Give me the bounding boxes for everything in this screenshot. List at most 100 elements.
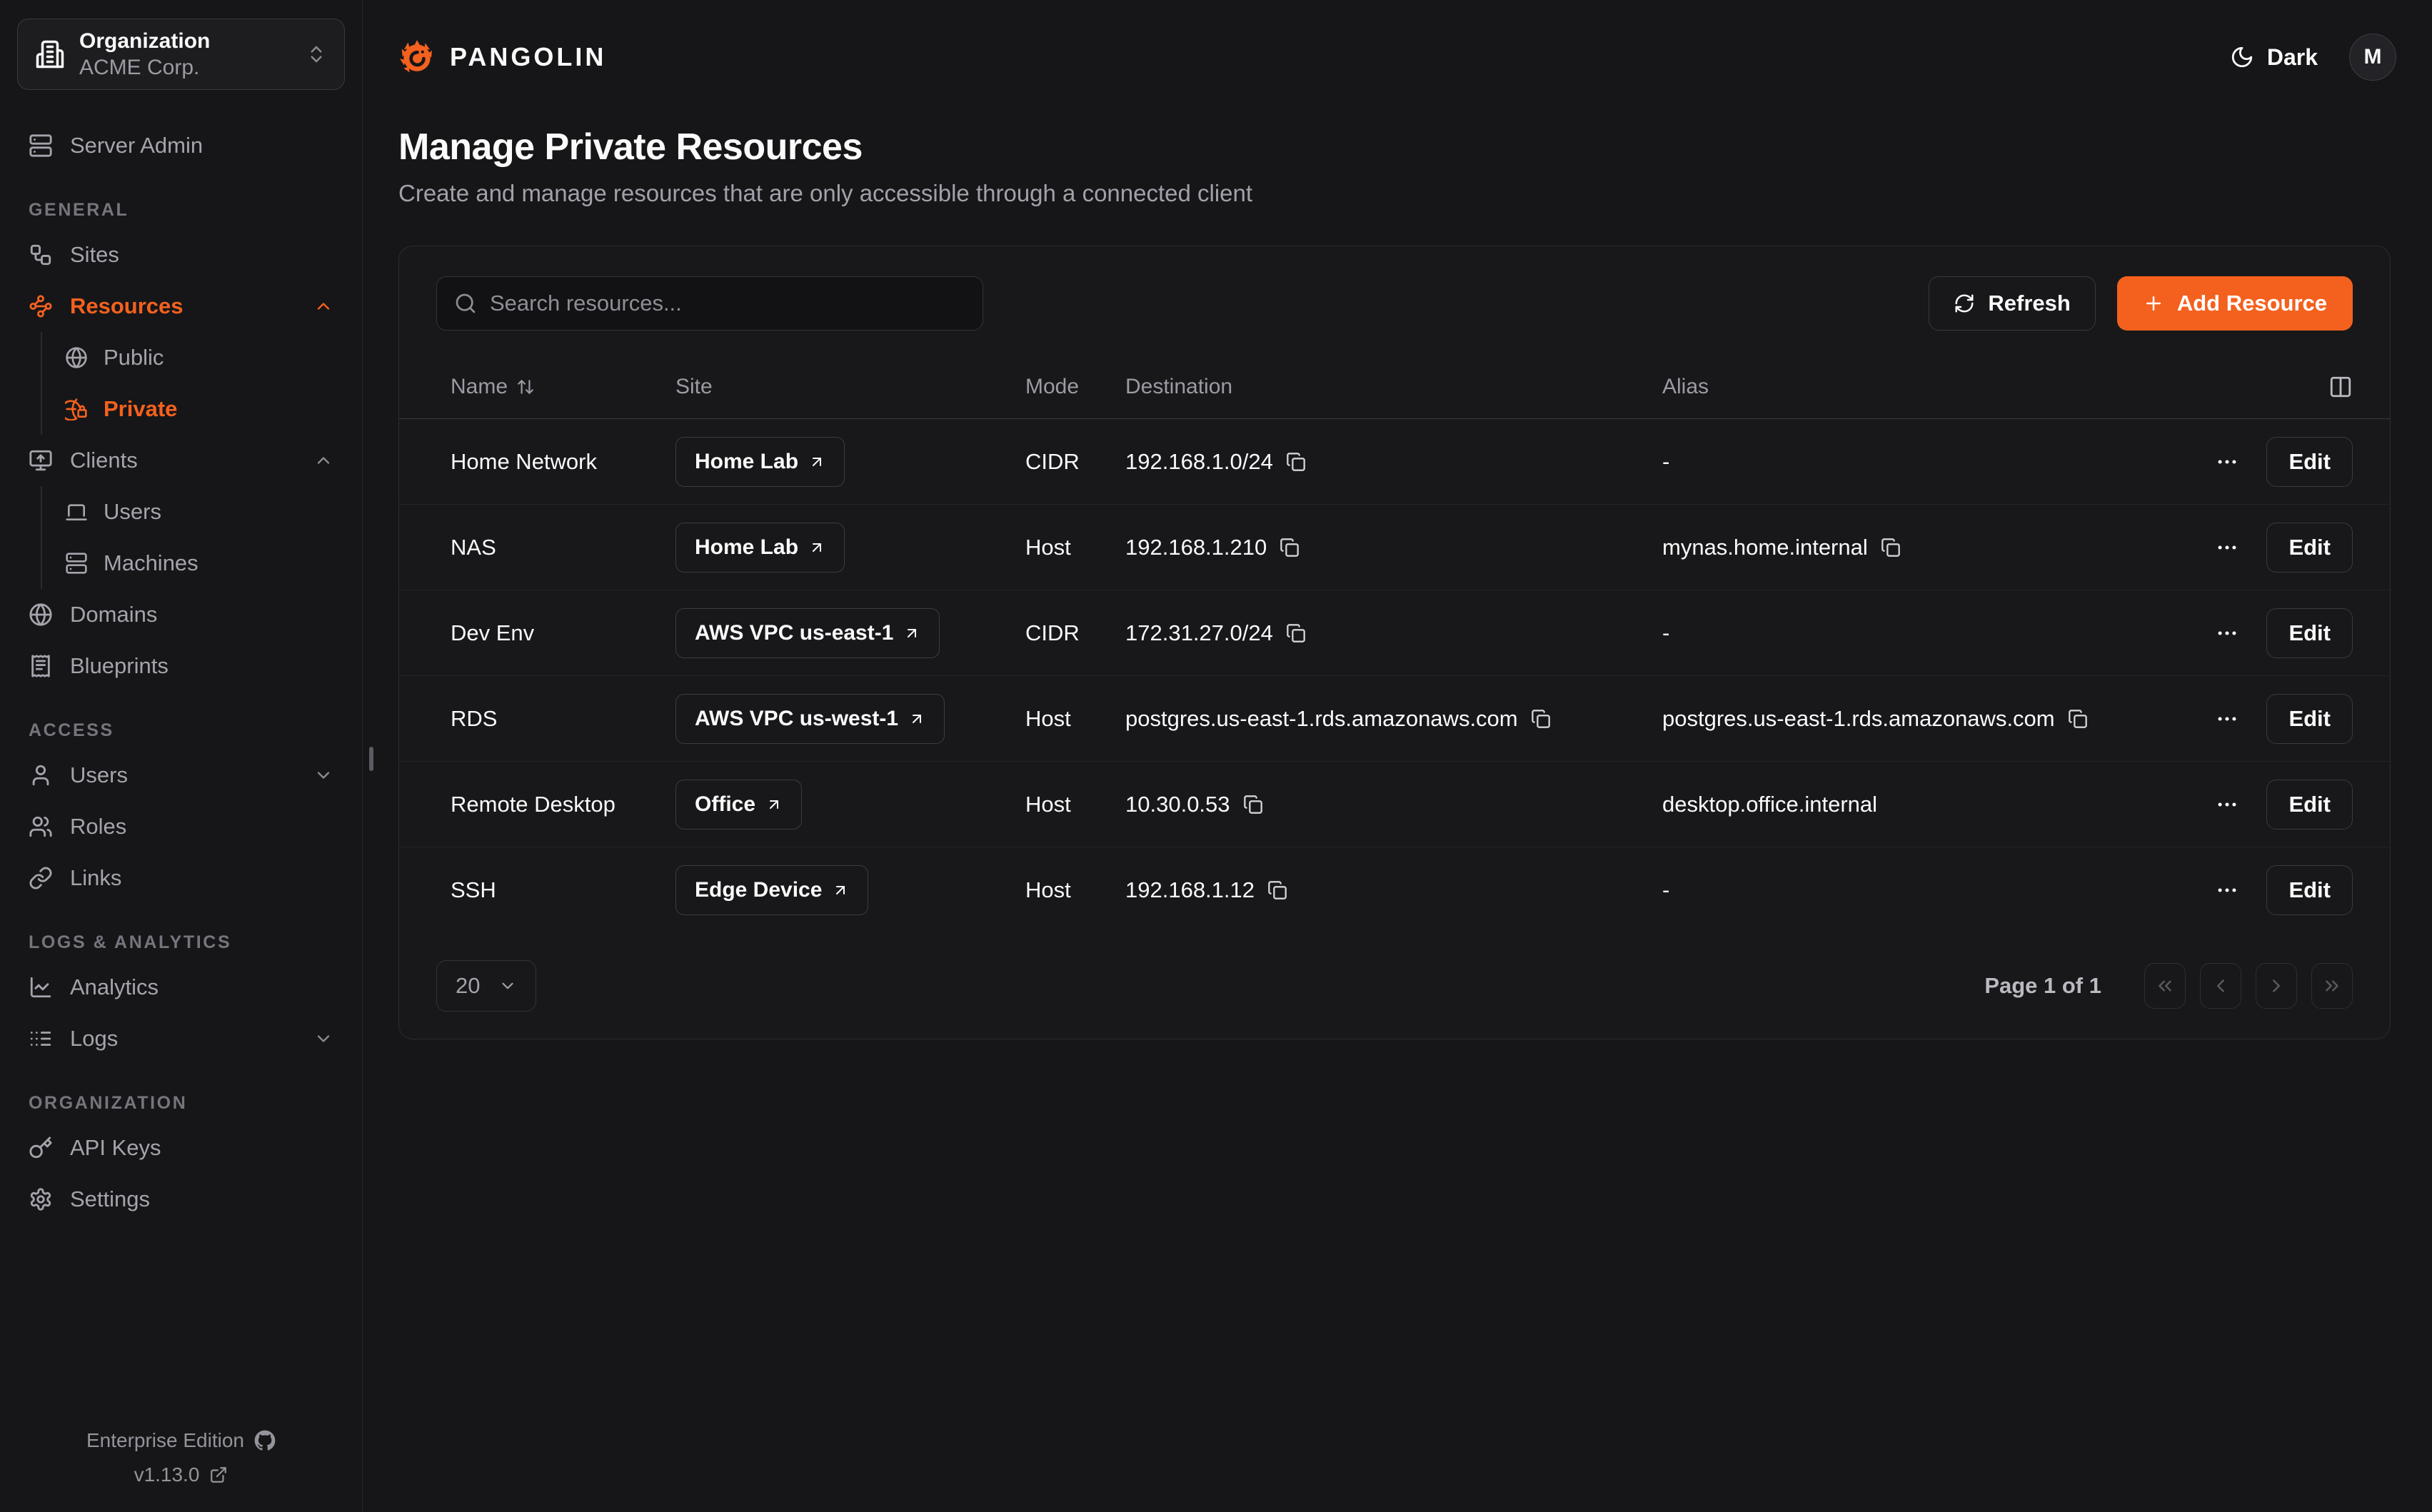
sidebar-item-private[interactable]: Private xyxy=(58,383,345,435)
row-alias: - xyxy=(1662,620,1669,646)
chart-line-icon xyxy=(29,975,53,999)
app-window: Organization ACME Corp. Server Admin GEN… xyxy=(0,0,2432,1512)
resources-card: Refresh Add Resource Name Site Mode Dest… xyxy=(398,246,2391,1039)
sidebar-item-blueprints[interactable]: Blueprints xyxy=(17,640,345,692)
site-link-button[interactable]: Edge Device xyxy=(675,865,868,915)
last-page-button[interactable] xyxy=(2311,963,2353,1009)
row-destination: 192.168.1.210 xyxy=(1125,535,1267,560)
sidebar-item-analytics[interactable]: Analytics xyxy=(17,962,345,1013)
row-destination: 10.30.0.53 xyxy=(1125,792,1230,817)
first-page-button[interactable] xyxy=(2144,963,2186,1009)
column-header-name[interactable]: Name xyxy=(436,375,661,399)
sidebar-item-label: Logs xyxy=(70,1026,296,1052)
page-title: Manage Private Resources xyxy=(398,126,2396,168)
sidebar-item-settings[interactable]: Settings xyxy=(17,1174,345,1225)
row-menu-button[interactable] xyxy=(2215,621,2239,645)
moon-icon xyxy=(2230,45,2254,69)
sidebar-item-domains[interactable]: Domains xyxy=(17,589,345,640)
add-resource-button[interactable]: Add Resource xyxy=(2117,276,2353,331)
destination-copy-button[interactable] xyxy=(1286,452,1306,472)
sidebar-item-public[interactable]: Public xyxy=(58,332,345,383)
alias-copy-button[interactable] xyxy=(2068,709,2088,729)
section-label-general: GENERAL xyxy=(17,200,345,221)
row-alias: mynas.home.internal xyxy=(1662,535,1868,560)
next-page-button[interactable] xyxy=(2256,963,2297,1009)
edit-button[interactable]: Edit xyxy=(2266,865,2353,915)
arrow-up-right-icon xyxy=(908,710,925,727)
row-destination: 172.31.27.0/24 xyxy=(1125,620,1273,646)
sidebar-item-logs[interactable]: Logs xyxy=(17,1013,345,1064)
laptop-icon xyxy=(65,500,88,523)
row-menu-button[interactable] xyxy=(2215,878,2239,902)
table-row: NAS Home Lab Host 192.168.1.210 mynas.ho… xyxy=(399,505,2390,590)
search-icon xyxy=(454,292,477,315)
external-link-icon[interactable] xyxy=(209,1466,228,1484)
search-box xyxy=(436,276,983,331)
sidebar-item-api-keys[interactable]: API Keys xyxy=(17,1122,345,1174)
row-menu-button[interactable] xyxy=(2215,450,2239,474)
server-icon xyxy=(29,133,53,158)
chevron-down-icon xyxy=(498,977,517,995)
sidebar-item-server-admin[interactable]: Server Admin xyxy=(17,120,345,171)
theme-toggle[interactable]: Dark xyxy=(2230,44,2318,71)
sidebar-item-label: Machines xyxy=(104,550,338,576)
arrow-up-right-icon xyxy=(808,539,825,556)
sidebar-item-client-users[interactable]: Users xyxy=(58,486,345,538)
destination-copy-button[interactable] xyxy=(1267,880,1287,900)
sidebar-item-roles[interactable]: Roles xyxy=(17,801,345,852)
ellipsis-icon xyxy=(2215,450,2239,474)
page-subtitle: Create and manage resources that are onl… xyxy=(398,180,2396,207)
column-visibility-button[interactable] xyxy=(2188,375,2353,399)
destination-copy-button[interactable] xyxy=(1280,538,1300,558)
site-link-button[interactable]: Home Lab xyxy=(675,523,845,573)
chevron-up-icon xyxy=(313,450,333,470)
main-content: PANGOLIN Dark M Manage Private Resources… xyxy=(363,0,2432,1512)
row-menu-button[interactable] xyxy=(2215,707,2239,731)
site-link-button[interactable]: Home Lab xyxy=(675,437,845,487)
previous-page-button[interactable] xyxy=(2200,963,2241,1009)
table-body: Home Network Home Lab CIDR 192.168.1.0/2… xyxy=(399,419,2390,933)
page-size-select[interactable]: 20 xyxy=(436,960,536,1012)
row-destination: postgres.us-east-1.rds.amazonaws.com xyxy=(1125,706,1518,732)
destination-copy-button[interactable] xyxy=(1243,795,1263,815)
refresh-button[interactable]: Refresh xyxy=(1929,276,2095,331)
site-chip-label: Office xyxy=(695,792,755,817)
org-selector[interactable]: Organization ACME Corp. xyxy=(17,19,345,90)
edit-button[interactable]: Edit xyxy=(2266,523,2353,573)
ellipsis-icon xyxy=(2215,878,2239,902)
sidebar-item-label: Analytics xyxy=(70,974,333,1000)
avatar[interactable]: M xyxy=(2349,34,2396,81)
row-mode: Host xyxy=(1011,792,1111,817)
sidebar-item-links[interactable]: Links xyxy=(17,852,345,904)
edit-button[interactable]: Edit xyxy=(2266,694,2353,744)
github-icon[interactable] xyxy=(254,1430,276,1451)
edition-label: Enterprise Edition xyxy=(86,1429,244,1452)
edit-button[interactable]: Edit xyxy=(2266,608,2353,658)
sidebar-item-sites[interactable]: Sites xyxy=(17,229,345,281)
sidebar-scrollbar-thumb[interactable] xyxy=(369,747,373,771)
search-input[interactable] xyxy=(490,291,965,316)
site-link-button[interactable]: AWS VPC us-east-1 xyxy=(675,608,940,658)
site-chip-label: Home Lab xyxy=(695,450,798,474)
brand-name: PANGOLIN xyxy=(450,42,606,72)
section-label-organization: ORGANIZATION xyxy=(17,1093,345,1114)
destination-copy-button[interactable] xyxy=(1286,623,1306,643)
building-icon xyxy=(35,39,65,69)
site-link-button[interactable]: Office xyxy=(675,780,802,830)
sidebar-item-users[interactable]: Users xyxy=(17,750,345,801)
sidebar-item-machines[interactable]: Machines xyxy=(58,538,345,589)
row-menu-button[interactable] xyxy=(2215,792,2239,817)
edit-button[interactable]: Edit xyxy=(2266,437,2353,487)
ellipsis-icon xyxy=(2215,535,2239,560)
gear-icon xyxy=(29,1187,53,1211)
site-link-button[interactable]: AWS VPC us-west-1 xyxy=(675,694,945,744)
destination-copy-button[interactable] xyxy=(1531,709,1551,729)
brand[interactable]: PANGOLIN xyxy=(398,39,606,76)
row-menu-button[interactable] xyxy=(2215,535,2239,560)
copy-icon xyxy=(1286,452,1306,472)
edit-button[interactable]: Edit xyxy=(2266,780,2353,830)
row-mode: CIDR xyxy=(1011,620,1111,646)
sidebar-item-clients[interactable]: Clients xyxy=(17,435,345,486)
sidebar-item-resources[interactable]: Resources xyxy=(17,281,345,332)
alias-copy-button[interactable] xyxy=(1881,538,1901,558)
